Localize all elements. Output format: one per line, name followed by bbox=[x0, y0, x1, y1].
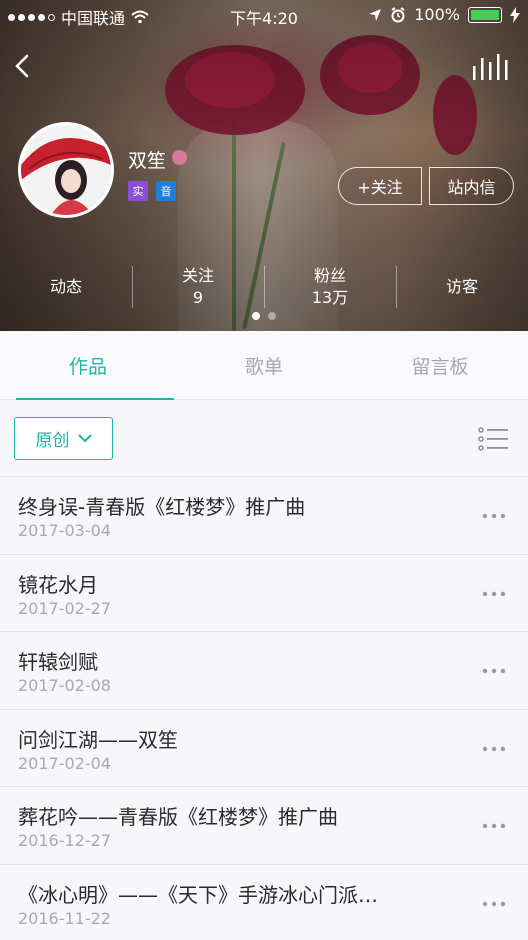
equalizer-icon[interactable] bbox=[472, 52, 508, 80]
tab-playlists[interactable]: 歌单 bbox=[176, 331, 352, 399]
battery-percent: 100% bbox=[414, 5, 460, 24]
filter-label: 原创 bbox=[35, 431, 70, 451]
more-icon[interactable] bbox=[482, 513, 506, 519]
stat-following[interactable]: 关注 9 bbox=[132, 262, 264, 312]
stat-label: 访客 bbox=[445, 277, 478, 296]
work-title: 问剑江湖——双笙 bbox=[18, 727, 178, 752]
work-title: 葬花吟——青春版《红楼梦》推广曲 bbox=[18, 805, 338, 829]
profile-stats: 动态 关注 9 粉丝 13万 访客 bbox=[0, 262, 528, 312]
stat-visitors[interactable]: 访客 bbox=[396, 262, 528, 312]
gender-female-icon bbox=[172, 150, 187, 165]
tab-message-board[interactable]: 留言板 bbox=[352, 331, 528, 399]
stat-fans[interactable]: 粉丝 13万 bbox=[264, 262, 396, 312]
list-item[interactable]: 终身误-青春版《红楼梦》推广曲 2017-03-04 bbox=[0, 477, 528, 555]
more-icon[interactable] bbox=[482, 668, 506, 674]
stat-value: 9 bbox=[192, 288, 204, 307]
chevron-left-icon[interactable] bbox=[10, 52, 38, 80]
stat-dynamics[interactable]: 动态 bbox=[0, 262, 132, 312]
filter-bar: 原创 bbox=[0, 400, 528, 477]
tab-works[interactable]: 作品 bbox=[0, 331, 176, 400]
list-item[interactable]: 轩辕剑赋 2017-02-08 bbox=[0, 632, 528, 710]
work-title: 终身误-青春版《红楼梦》推广曲 bbox=[18, 495, 306, 519]
page-dot-active bbox=[252, 312, 260, 320]
list-item[interactable]: 《冰心明》——《天下》手游冰心门派… 2016-11-22 bbox=[0, 864, 528, 940]
work-title: 轩辕剑赋 bbox=[18, 650, 98, 674]
real-name-badge: 实 bbox=[128, 181, 148, 201]
work-date: 2017-02-04 bbox=[18, 753, 111, 773]
works-list: 终身误-青春版《红楼梦》推广曲 2017-03-04 镜花水月 2017-02-… bbox=[0, 477, 528, 940]
more-icon[interactable] bbox=[482, 823, 506, 829]
alarm-icon bbox=[391, 6, 405, 22]
work-title: 镜花水月 bbox=[18, 572, 98, 597]
status-right: 100% bbox=[368, 5, 520, 24]
charging-icon bbox=[510, 6, 520, 23]
list-item[interactable]: 葬花吟——青春版《红楼梦》推广曲 2016-12-27 bbox=[0, 787, 528, 865]
message-button[interactable]: 站内信 bbox=[429, 167, 514, 205]
follow-button[interactable]: +关注 bbox=[338, 167, 422, 205]
content-tabs: 作品 歌单 留言板 bbox=[0, 331, 528, 400]
musician-badge: 音 bbox=[156, 181, 176, 201]
work-title: 《冰心明》——《天下》手游冰心门派… bbox=[18, 882, 378, 907]
list-item[interactable]: 镜花水月 2017-02-27 bbox=[0, 554, 528, 632]
chevron-down-icon bbox=[77, 434, 92, 443]
stat-label: 动态 bbox=[49, 277, 82, 296]
list-item[interactable]: 问剑江湖——双笙 2017-02-04 bbox=[0, 709, 528, 787]
list-view-icon[interactable] bbox=[478, 427, 508, 451]
avatar-image bbox=[21, 125, 111, 215]
original-filter-dropdown[interactable]: 原创 bbox=[14, 417, 113, 460]
stat-value: 13万 bbox=[311, 288, 349, 307]
profile-name: 双笙 bbox=[128, 150, 167, 172]
work-date: 2017-02-08 bbox=[18, 676, 111, 695]
work-date: 2016-11-22 bbox=[18, 908, 111, 928]
stat-label: 粉丝 bbox=[313, 266, 346, 285]
status-bar: 中国联通 下午4:20 100% bbox=[0, 0, 528, 30]
more-icon[interactable] bbox=[482, 901, 506, 907]
more-icon[interactable] bbox=[482, 591, 506, 597]
stat-label: 关注 bbox=[181, 266, 214, 285]
page-dot bbox=[268, 312, 276, 320]
work-date: 2016-12-27 bbox=[18, 831, 111, 850]
location-icon bbox=[369, 8, 382, 21]
work-date: 2017-02-27 bbox=[18, 598, 111, 618]
more-icon[interactable] bbox=[482, 746, 506, 752]
work-date: 2017-03-04 bbox=[18, 521, 111, 540]
battery-icon bbox=[468, 6, 502, 23]
avatar[interactable] bbox=[18, 122, 114, 218]
profile-page: 中国联通 下午4:20 100% 双笙 实 音 +关注 站内信 动态 关注 9 … bbox=[0, 0, 528, 940]
page-indicator bbox=[0, 312, 528, 320]
